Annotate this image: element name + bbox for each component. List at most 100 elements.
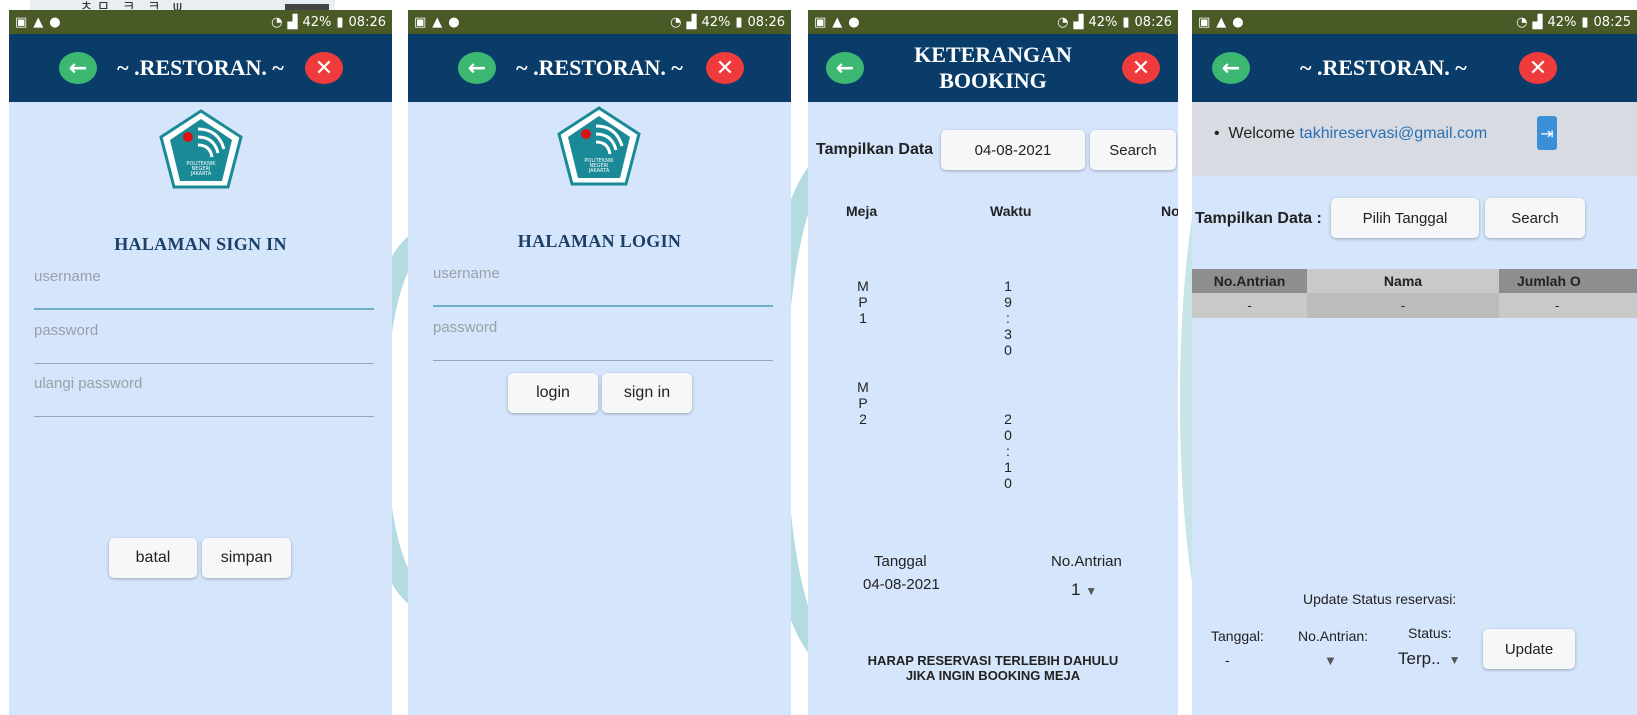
- show-data-label: Tampilkan Data :: [1195, 210, 1322, 227]
- close-button[interactable]: ✕: [1519, 52, 1557, 84]
- warning-icon: ▲: [832, 14, 843, 30]
- image-icon: ▣: [15, 14, 28, 30]
- search-button[interactable]: Search: [1485, 198, 1585, 238]
- status-value: Terp..: [1398, 649, 1441, 668]
- spotify-icon: ●: [49, 14, 61, 30]
- status-label: Status:: [1408, 625, 1452, 641]
- status-bar: ▣ ▲ ● ◔ ▟ 42% ▮ 08:25: [1192, 10, 1637, 34]
- battery-icon: ▮: [735, 14, 743, 30]
- table-row: - - -: [1192, 293, 1637, 318]
- battery-percent: 42%: [701, 14, 731, 30]
- cancel-button[interactable]: batal: [109, 538, 197, 578]
- save-button[interactable]: simpan: [202, 538, 291, 578]
- table-cell-table: M P 1: [857, 278, 869, 326]
- column-header-time: Waktu: [990, 203, 1032, 219]
- app-bar: ← ~ .RESTORAN. ~ ✕: [9, 34, 392, 102]
- column-header-count: Jumlah O: [1499, 269, 1637, 293]
- status-bar: ▣ ▲ ● ◔ ▟ 42% ▮ 08:26: [408, 10, 791, 34]
- cell-queue: -: [1192, 293, 1307, 318]
- app-title-line-1: KETERANGAN: [914, 41, 1072, 67]
- close-button[interactable]: ✕: [1122, 52, 1160, 84]
- column-header-table: Meja: [846, 203, 878, 219]
- svg-text:JAKARTA: JAKARTA: [190, 171, 212, 177]
- close-icon: ✕: [314, 55, 334, 81]
- close-icon: ✕: [715, 55, 735, 81]
- welcome-text: • Welcome takhireservasi@gmail.com: [1214, 125, 1487, 143]
- password-field[interactable]: [433, 317, 773, 361]
- pnj-logo: POLITEKNIK NEGERI JAKARTA: [557, 106, 641, 186]
- close-button[interactable]: ✕: [305, 52, 343, 84]
- date-label: Tanggal:: [1211, 628, 1264, 644]
- signal-icon: ▟: [1073, 14, 1084, 30]
- date-picker[interactable]: 04-08-2021: [941, 130, 1085, 170]
- app-title: ~ .RESTORAN. ~: [1300, 54, 1467, 80]
- queue-label: No.Antrian: [1051, 553, 1122, 570]
- app-title: KETERANGAN BOOKING: [914, 42, 1072, 95]
- column-header-number: No: [1161, 203, 1178, 219]
- signal-icon: ▟: [1532, 14, 1543, 30]
- queue-label: No.Antrian:: [1298, 628, 1369, 644]
- screen-reservation-admin: ▣ ▲ ● ◔ ▟ 42% ▮ 08:25 ← ~ .RESTORAN. ~ ✕…: [1192, 10, 1637, 715]
- search-button[interactable]: Search: [1090, 130, 1176, 170]
- table-cell-time: 1 9 : 3 0: [1004, 278, 1012, 358]
- screen-booking-info: ▣ ▲ ● ◔ ▟ 42% ▮ 08:26 ← KETERANGAN BOOKI…: [808, 10, 1178, 715]
- table-header: No.Antrian Nama Jumlah O: [1192, 269, 1637, 293]
- welcome-email: takhireservasi@gmail.com: [1299, 125, 1488, 142]
- warning-icon: ▲: [432, 14, 443, 30]
- app-title-line-2: BOOKING: [939, 68, 1047, 93]
- arrow-left-icon: ←: [835, 55, 855, 81]
- password-field[interactable]: [34, 320, 374, 364]
- clock: 08:26: [1134, 14, 1172, 30]
- username-field[interactable]: [34, 266, 374, 310]
- spotify-icon: ●: [448, 14, 460, 30]
- sign-in-button[interactable]: sign in: [602, 373, 692, 413]
- spotify-icon: ●: [1232, 14, 1244, 30]
- battery-percent: 42%: [1547, 14, 1577, 30]
- app-title: ~ .RESTORAN. ~: [117, 54, 284, 80]
- back-button[interactable]: ←: [458, 52, 496, 84]
- date-label: Tanggal: [874, 553, 927, 570]
- back-button[interactable]: ←: [1212, 52, 1250, 84]
- show-data-label: Tampilkan Data: [816, 141, 934, 158]
- status-bar: ▣ ▲ ● ◔ ▟ 42% ▮ 08:26: [9, 10, 392, 34]
- close-button[interactable]: ✕: [706, 52, 744, 84]
- table-cell-time: 2 0 : 1 0: [1004, 411, 1012, 491]
- arrow-left-icon: ←: [1221, 55, 1241, 81]
- repeat-password-field[interactable]: [34, 373, 374, 417]
- app-title: ~ .RESTORAN. ~: [516, 54, 683, 80]
- signal-icon: ▟: [686, 14, 697, 30]
- logout-icon[interactable]: ⇥: [1537, 116, 1557, 150]
- warning-icon: ▲: [33, 14, 44, 30]
- wifi-icon: ◔: [670, 14, 682, 30]
- update-heading: Update Status reservasi:: [1303, 591, 1457, 607]
- page-heading: HALAMAN LOGIN: [517, 231, 682, 251]
- pick-date-button[interactable]: Pilih Tanggal: [1331, 198, 1479, 238]
- clock: 08:26: [747, 14, 785, 30]
- chevron-down-icon: ▼: [1445, 653, 1461, 667]
- back-button[interactable]: ←: [826, 52, 864, 84]
- update-button[interactable]: Update: [1483, 629, 1575, 669]
- wifi-icon: ◔: [1516, 14, 1528, 30]
- arrow-left-icon: ←: [467, 55, 487, 81]
- battery-icon: ▮: [1122, 14, 1130, 30]
- clock: 08:25: [1593, 14, 1631, 30]
- username-field[interactable]: [433, 263, 773, 307]
- back-button[interactable]: ←: [59, 52, 97, 84]
- table-cell-table: M P 2: [857, 379, 869, 427]
- image-icon: ▣: [1198, 14, 1211, 30]
- page-heading: HALAMAN SIGN IN: [114, 234, 287, 254]
- status-bar: ▣ ▲ ● ◔ ▟ 42% ▮ 08:26: [808, 10, 1178, 34]
- queue-select[interactable]: 1 ▼: [1071, 580, 1097, 600]
- login-button[interactable]: login: [508, 373, 598, 413]
- signal-icon: ▟: [287, 14, 298, 30]
- notice-line-1: HARAP RESERVASI TERLEBIH DAHULU: [867, 653, 1119, 668]
- screen-login: ▣ ▲ ● ◔ ▟ 42% ▮ 08:26 ← ~ .RESTORAN. ~ ✕…: [408, 10, 791, 715]
- queue-select[interactable]: ▼: [1324, 653, 1337, 668]
- chevron-down-icon: ▼: [1085, 584, 1098, 598]
- status-select[interactable]: Terp.. ▼: [1398, 649, 1460, 669]
- warning-icon: ▲: [1216, 14, 1227, 30]
- cell-name: -: [1307, 293, 1499, 318]
- clock: 08:26: [348, 14, 386, 30]
- close-icon: ✕: [1528, 55, 1548, 81]
- column-header-queue: No.Antrian: [1192, 269, 1307, 293]
